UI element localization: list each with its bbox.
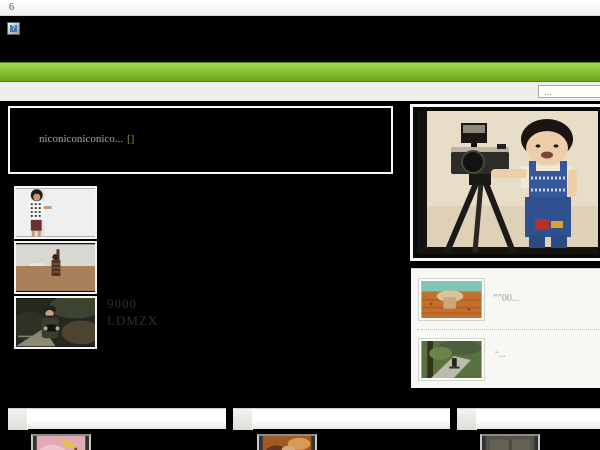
toolbar-strip bbox=[0, 82, 600, 101]
broken-image-icon[interactable]: ? bbox=[7, 22, 20, 35]
footer-photo-3[interactable] bbox=[480, 434, 540, 450]
page-root: 6 ? niconiconiconico... [] bbox=[0, 0, 600, 450]
sidebar-item-text: “... bbox=[495, 349, 506, 359]
feature-photo-frame[interactable] bbox=[410, 104, 600, 261]
sidebar-thumb-1[interactable] bbox=[418, 278, 485, 321]
footer-column-3 bbox=[457, 407, 600, 450]
pink-still-life-photo bbox=[36, 436, 86, 450]
sidebar-list-item-1[interactable]: “”00... bbox=[411, 271, 600, 329]
status-text: 6 bbox=[9, 2, 14, 13]
sidebar-panel: “”00... “... bbox=[411, 268, 600, 388]
footer-column-1 bbox=[8, 407, 226, 450]
woman-patterned-top-photo bbox=[16, 188, 95, 237]
sidebar-thumb-2[interactable] bbox=[418, 338, 485, 381]
footer-photo-2[interactable] bbox=[257, 434, 317, 450]
stats-code: LDMZX bbox=[107, 313, 159, 328]
footer-header-tab-1[interactable] bbox=[8, 409, 28, 430]
dark-olive-photo bbox=[485, 436, 535, 450]
quote-bracket-link[interactable]: [] bbox=[127, 133, 134, 145]
nav-band: ? bbox=[0, 17, 600, 62]
dotted-divider bbox=[417, 329, 600, 330]
top-status-bar: 6 bbox=[0, 0, 600, 16]
footer-header-tab-3[interactable] bbox=[457, 409, 477, 430]
quote-text: niconiconiconico... bbox=[39, 133, 124, 145]
thumbnail-photo-3[interactable] bbox=[14, 296, 97, 349]
stats-count: 9000 bbox=[107, 296, 137, 311]
warm-portrait-photo bbox=[262, 436, 312, 450]
forest-path-photo bbox=[421, 341, 482, 378]
thumbnail-photo-2[interactable] bbox=[14, 241, 97, 294]
footer-column-2 bbox=[233, 407, 450, 450]
man-in-woods-photo bbox=[16, 298, 95, 347]
child-with-camera-photo bbox=[417, 111, 598, 254]
sidebar-list-item-2[interactable]: “... bbox=[411, 331, 600, 389]
sidebar-item-text: “”00... bbox=[493, 293, 520, 304]
orange-field-photo bbox=[421, 281, 482, 318]
figure-in-field-photo bbox=[16, 244, 95, 291]
footer-photo-1[interactable] bbox=[31, 434, 91, 450]
green-accent-bar bbox=[0, 62, 600, 82]
footer-header-tab-2[interactable] bbox=[233, 409, 253, 430]
footer-header-bar-3 bbox=[457, 408, 600, 430]
footer-header-bar-2 bbox=[233, 408, 450, 430]
search-input[interactable] bbox=[538, 85, 600, 98]
quote-box: niconiconiconico... [] bbox=[8, 106, 393, 174]
footer-header-bar-1 bbox=[8, 408, 226, 430]
thumbnail-photo-1[interactable] bbox=[14, 186, 97, 239]
